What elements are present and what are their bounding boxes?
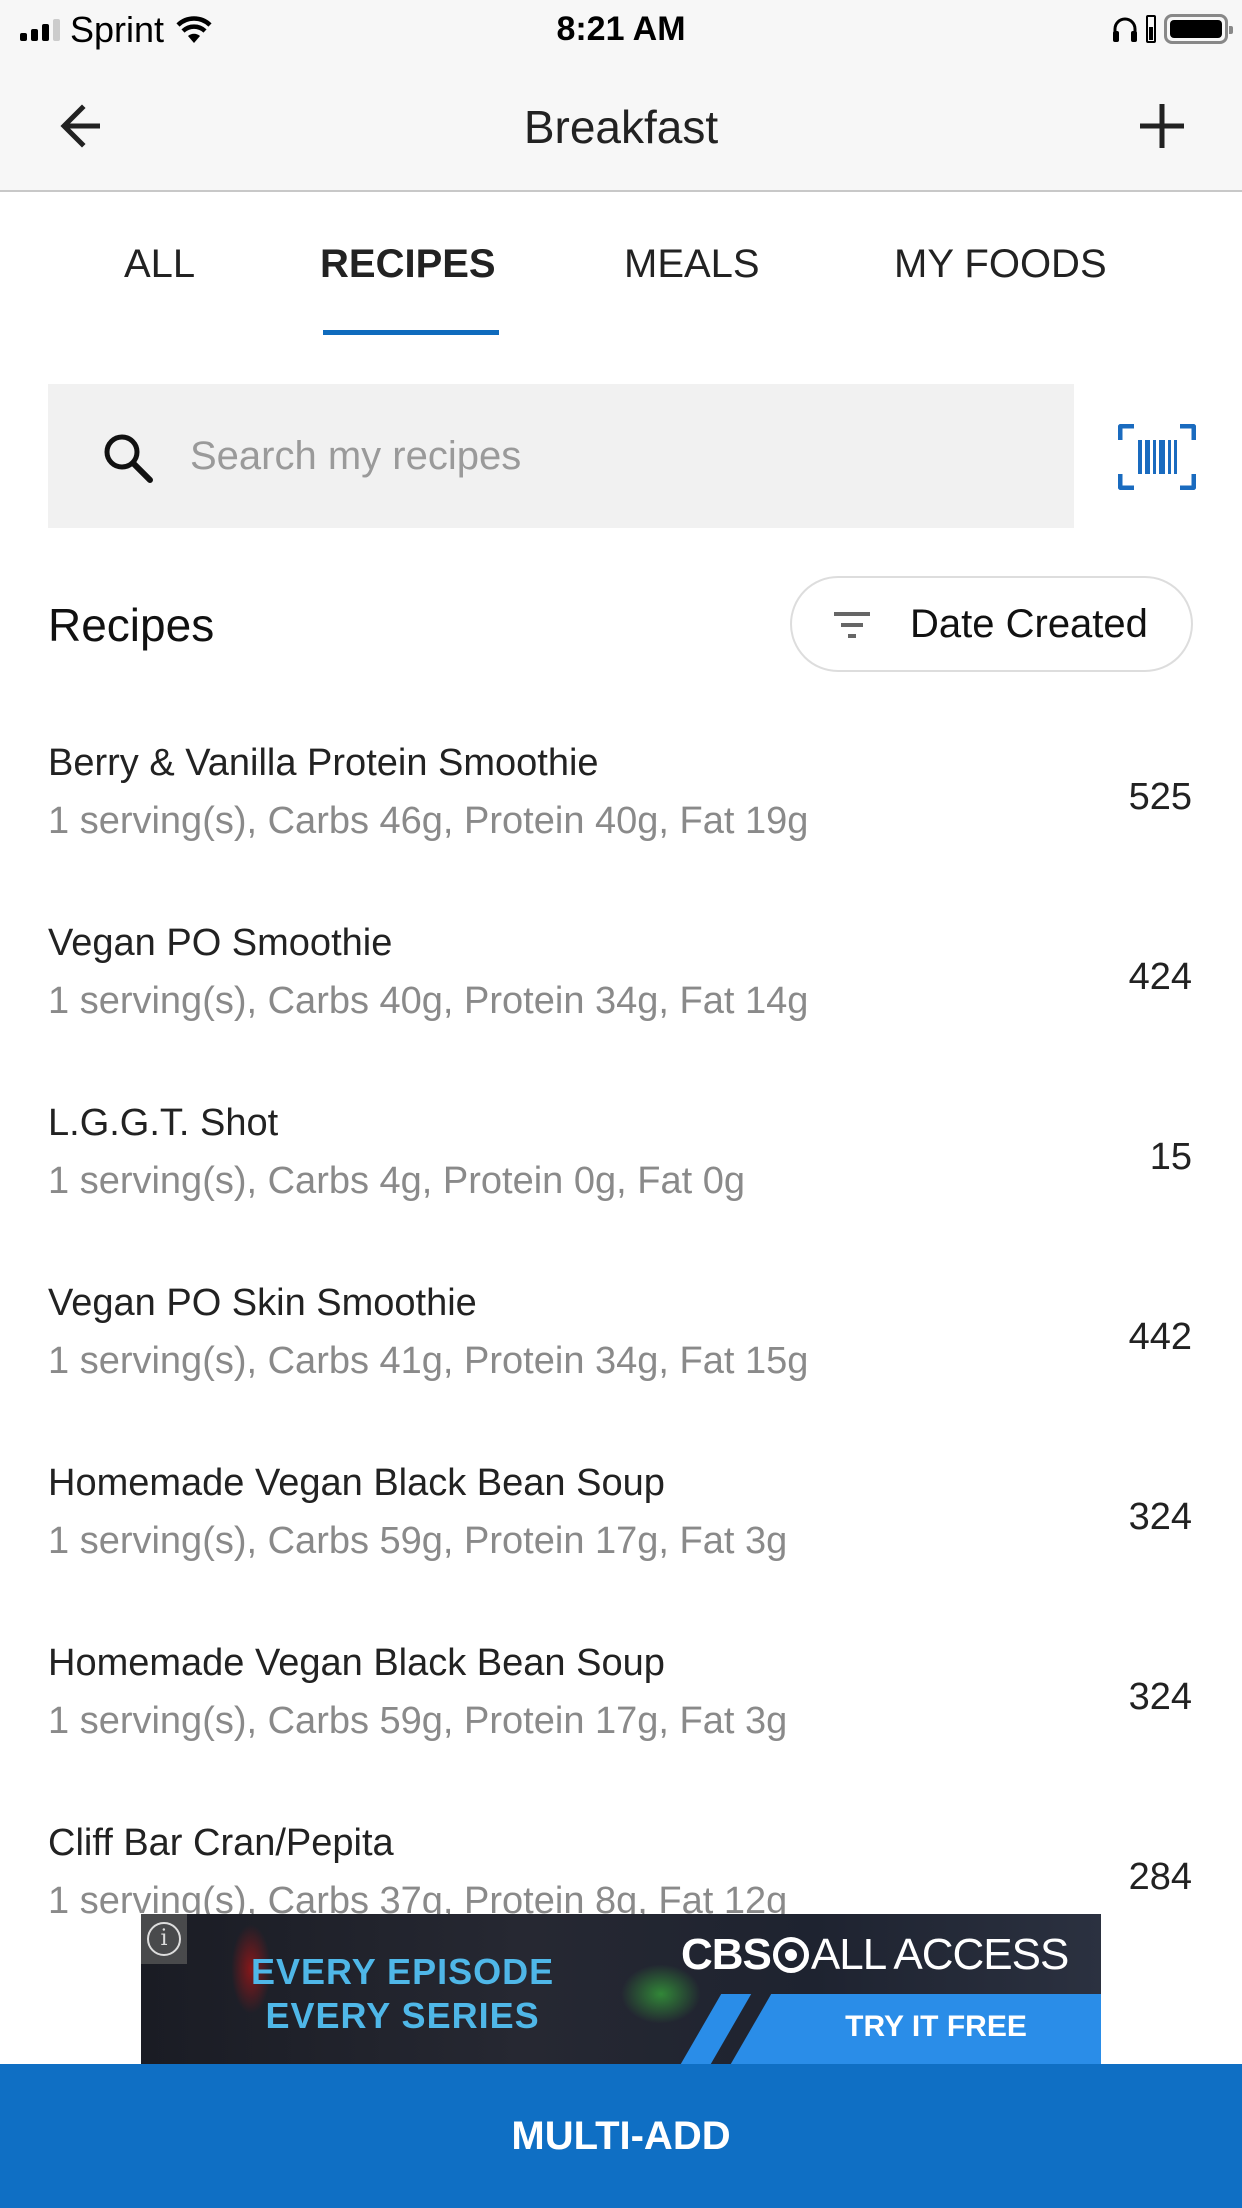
tab-bar: ALL RECIPES MEALS MY FOODS <box>0 194 1242 336</box>
ad-brand-bold: CBS <box>681 1930 772 1979</box>
recipe-name: Homemade Vegan Black Bean Soup <box>48 1642 665 1684</box>
sort-button[interactable]: Date Created <box>790 576 1193 672</box>
recipe-row[interactable]: L.G.G.T. Shot 1 serving(s), Carbs 4g, Pr… <box>0 1060 1242 1240</box>
status-bar: Sprint 8:21 AM <box>0 0 1242 60</box>
headphones-icon <box>1113 17 1137 42</box>
recipe-name: Berry & Vanilla Protein Smoothie <box>48 742 599 784</box>
sort-label: Date Created <box>910 602 1148 646</box>
recipe-name: Homemade Vegan Black Bean Soup <box>48 1462 665 1504</box>
recipe-row[interactable]: Homemade Vegan Black Bean Soup 1 serving… <box>0 1420 1242 1600</box>
recipe-detail: 1 serving(s), Carbs 37g, Protein 8g, Fat… <box>48 1880 788 1914</box>
sort-filter-icon <box>834 612 870 638</box>
recipe-row[interactable]: Berry & Vanilla Protein Smoothie 1 servi… <box>0 700 1242 880</box>
search-input[interactable] <box>190 384 1050 528</box>
ad-headline-line2: EVERY SERIES <box>265 1995 540 2036</box>
recipe-calories: 324 <box>1128 1676 1192 1718</box>
clock: 8:21 AM <box>556 10 686 48</box>
ad-info-button[interactable]: i <box>141 1914 187 1964</box>
search-icon <box>104 434 153 483</box>
ad-brand-logo: CBS ALL ACCESS <box>681 1930 1069 1980</box>
recipe-calories: 15 <box>1149 1136 1192 1178</box>
ad-headline-line1: EVERY EPISODE <box>251 1951 555 1992</box>
tab-my-foods[interactable]: MY FOODS <box>894 242 1107 287</box>
recipe-row[interactable]: Cliff Bar Cran/Pepita 1 serving(s), Carb… <box>0 1780 1242 1914</box>
recipe-calories: 324 <box>1128 1496 1192 1538</box>
recipe-detail: 1 serving(s), Carbs 4g, Protein 0g, Fat … <box>48 1160 745 1202</box>
recipe-name: Vegan PO Skin Smoothie <box>48 1282 477 1324</box>
tab-recipes[interactable]: RECIPES <box>320 242 496 287</box>
recipe-calories: 284 <box>1128 1856 1192 1898</box>
search-box[interactable] <box>48 384 1074 528</box>
recipe-detail: 1 serving(s), Carbs 59g, Protein 17g, Fa… <box>48 1520 788 1562</box>
cbs-eye-icon <box>772 1937 809 1973</box>
plus-icon[interactable] <box>1132 96 1192 156</box>
info-icon: i <box>147 1922 181 1956</box>
recipe-detail: 1 serving(s), Carbs 41g, Protein 34g, Fa… <box>48 1340 809 1382</box>
section-title: Recipes <box>48 599 215 651</box>
battery-icon <box>1164 14 1233 44</box>
multi-add-button[interactable]: MULTI-ADD <box>0 2064 1242 2208</box>
navigation-bar: Breakfast <box>0 60 1242 192</box>
recipe-calories: 442 <box>1128 1316 1192 1358</box>
barcode-scan-icon[interactable] <box>1118 424 1196 490</box>
recipe-detail: 1 serving(s), Carbs 59g, Protein 17g, Fa… <box>48 1700 788 1742</box>
tab-meals[interactable]: MEALS <box>624 242 760 287</box>
recipe-calories: 424 <box>1128 956 1192 998</box>
ad-headline: EVERY EPISODE EVERY SERIES <box>251 1950 554 2038</box>
recipe-row[interactable]: Vegan PO Skin Smoothie 1 serving(s), Car… <box>0 1240 1242 1420</box>
recipe-name: Vegan PO Smoothie <box>48 922 393 964</box>
ad-cta-button[interactable]: TRY IT FREE <box>771 2010 1101 2044</box>
recipe-list: Berry & Vanilla Protein Smoothie 1 servi… <box>0 700 1242 1914</box>
tab-all[interactable]: ALL <box>124 242 195 287</box>
headphone-battery-icon <box>1146 15 1156 43</box>
recipe-calories: 525 <box>1128 776 1192 818</box>
recipe-row[interactable]: Vegan PO Smoothie 1 serving(s), Carbs 40… <box>0 880 1242 1060</box>
recipe-detail: 1 serving(s), Carbs 40g, Protein 34g, Fa… <box>48 980 809 1022</box>
recipe-name: L.G.G.T. Shot <box>48 1102 279 1144</box>
ad-banner[interactable]: i EVERY EPISODE EVERY SERIES CBS ALL ACCE… <box>141 1914 1101 2064</box>
recipe-row[interactable]: Homemade Vegan Black Bean Soup 1 serving… <box>0 1600 1242 1780</box>
active-tab-indicator <box>323 330 499 335</box>
ad-brand-rest: ALL ACCESS <box>810 1930 1069 1979</box>
page-title: Breakfast <box>523 101 719 153</box>
recipe-detail: 1 serving(s), Carbs 46g, Protein 40g, Fa… <box>48 800 809 842</box>
recipe-name: Cliff Bar Cran/Pepita <box>48 1822 394 1864</box>
